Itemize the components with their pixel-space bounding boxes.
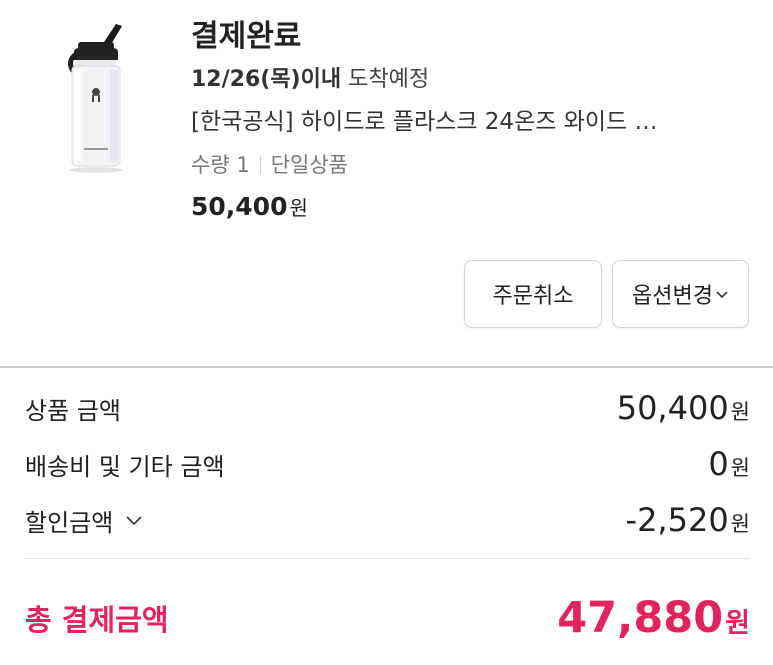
summary-row-discount[interactable]: 할인금액 -2,520원 <box>25 492 750 548</box>
delivery-estimate: 12/26(목)이내 도착예정 <box>191 60 751 100</box>
total-amount-value: 47,880 <box>557 593 724 643</box>
option-separator <box>259 156 261 174</box>
shipping-amount-value: 0 <box>708 445 729 483</box>
summary-row-product: 상품 금액 50,400원 <box>25 380 750 436</box>
price-value: 50,400 <box>191 192 288 221</box>
delivery-label: 도착예정 <box>348 67 430 92</box>
product-price: 50,400 원 <box>191 184 751 230</box>
order-status: 결제완료 <box>191 19 302 54</box>
cancel-order-button[interactable]: 주문취소 <box>464 260 602 328</box>
delivery-date: 12/26(목)이내 <box>191 67 342 92</box>
order-item: 결제완료 12/26(목)이내 도착예정 [한국공식] 하이드로 플라스크 24… <box>0 0 773 368</box>
total-payment: 총 결제금액 47,880원 <box>25 585 750 651</box>
summary-divider <box>25 558 750 559</box>
section-divider <box>0 366 773 368</box>
summary-row-shipping: 배송비 및 기타 금액 0원 <box>25 436 750 492</box>
total-label: 총 결제금액 <box>25 603 169 637</box>
total-amount: 47,880원 <box>557 593 750 643</box>
quantity: 수량 1 <box>191 153 250 177</box>
product-amount-currency: 원 <box>730 400 750 424</box>
shipping-amount-currency: 원 <box>730 456 750 480</box>
chevron-down-icon <box>716 291 728 299</box>
product-amount: 50,400원 <box>617 389 750 427</box>
shipping-amount: 0원 <box>708 445 750 483</box>
shipping-label: 배송비 및 기타 금액 <box>25 452 225 481</box>
product-amount-value: 50,400 <box>616 389 729 427</box>
option-name: 단일상품 <box>270 153 348 177</box>
discount-toggle[interactable]: 할인금액 <box>25 503 143 538</box>
product-name[interactable]: [한국공식] 하이드로 플라스크 24온즈 와이드 … <box>191 100 751 146</box>
product-amount-label: 상품 금액 <box>25 396 121 425</box>
product-image[interactable] <box>52 20 140 180</box>
change-option-button[interactable]: 옵션변경 <box>612 260 749 328</box>
change-option-label: 옵션변경 <box>632 284 713 309</box>
cancel-order-label: 주문취소 <box>492 284 574 309</box>
total-currency: 원 <box>725 608 750 639</box>
price-currency: 원 <box>289 196 308 220</box>
product-options: 수량 1 단일상품 <box>191 146 751 184</box>
discount-label: 할인금액 <box>25 508 114 537</box>
payment-summary: 상품 금액 50,400원 배송비 및 기타 금액 0원 할인금액 -2,520… <box>25 380 750 548</box>
discount-amount-currency: 원 <box>730 512 750 536</box>
chevron-down-icon <box>126 516 142 526</box>
discount-amount: -2,520원 <box>626 501 750 539</box>
discount-amount-value: -2,520 <box>625 501 729 539</box>
